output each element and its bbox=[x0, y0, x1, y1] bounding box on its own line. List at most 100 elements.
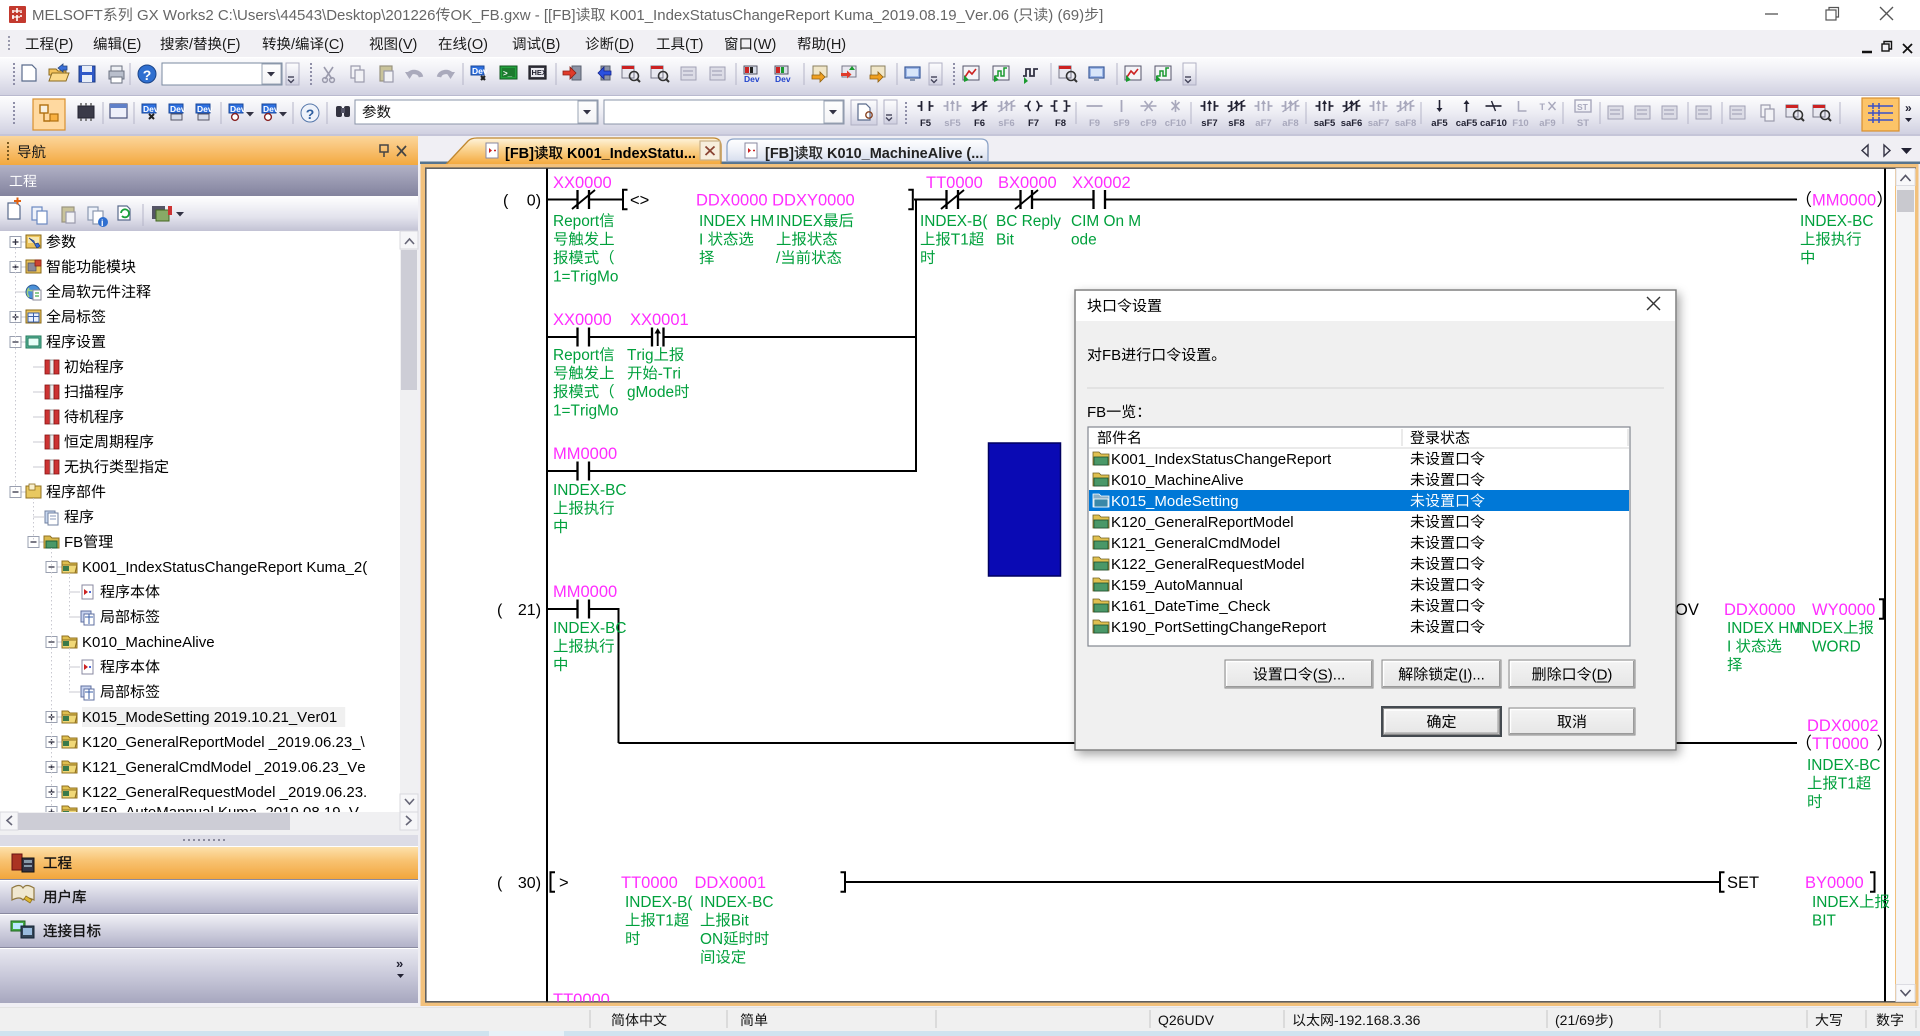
svg-text:TT0000: TT0000 bbox=[926, 174, 983, 192]
svg-text:[FB]: [FB] bbox=[505, 146, 534, 162]
svg-text:K001_IndexStatusChangeReport K: K001_IndexStatusChangeReport Kuma_2( bbox=[82, 559, 367, 576]
svg-text:saF8: saF8 bbox=[1395, 118, 1417, 129]
svg-text:Q26UDV: Q26UDV bbox=[1158, 1012, 1215, 1028]
svg-text:<>: <> bbox=[630, 192, 649, 210]
svg-text:(H): (H) bbox=[826, 37, 846, 53]
svg-text:TT0000: TT0000 bbox=[1812, 735, 1869, 753]
svg-text:INDEX HM: INDEX HM bbox=[699, 213, 774, 230]
svg-text:K010_MachineAlive: K010_MachineAlive bbox=[1111, 472, 1244, 489]
svg-text:XX0000: XX0000 bbox=[553, 311, 612, 329]
svg-text:(21/69: (21/69 bbox=[1555, 1012, 1595, 1028]
svg-text:saF5: saF5 bbox=[1314, 118, 1336, 129]
svg-text:(B): (B) bbox=[541, 37, 560, 53]
svg-text:DDX0000: DDX0000 bbox=[1724, 601, 1796, 619]
svg-text:Dev: Dev bbox=[472, 66, 488, 76]
svg-text:ST: ST bbox=[1577, 102, 1589, 112]
svg-text:XX0000: XX0000 bbox=[553, 174, 612, 192]
svg-text:aF9: aF9 bbox=[1539, 118, 1555, 129]
svg-text:[FB]: [FB] bbox=[765, 146, 794, 162]
svg-text:BIT: BIT bbox=[1812, 913, 1837, 930]
svg-text:Dev: Dev bbox=[775, 74, 791, 84]
svg-text:Bit: Bit bbox=[731, 913, 750, 930]
svg-text:sF5: sF5 bbox=[944, 118, 961, 129]
svg-text:TT0000: TT0000 bbox=[621, 874, 678, 892]
svg-text:K190_PortSettingChangeReport: K190_PortSettingChangeReport bbox=[1111, 619, 1327, 636]
svg-text:cF10: cF10 bbox=[1165, 118, 1187, 129]
svg-text:(S)...: (S)... bbox=[1313, 667, 1346, 684]
svg-text:1=TrigMo: 1=TrigMo bbox=[553, 269, 618, 286]
svg-text:K010_MachineAlive (...: K010_MachineAlive (... bbox=[827, 146, 983, 162]
svg-text:HEX: HEX bbox=[532, 68, 547, 77]
svg-text:K122_GeneralRequestModel: K122_GeneralRequestModel bbox=[1111, 556, 1304, 573]
svg-text:cF9: cF9 bbox=[1140, 118, 1156, 129]
svg-text:BX0000: BX0000 bbox=[998, 174, 1057, 192]
svg-text:F5: F5 bbox=[920, 118, 932, 129]
svg-text:DDX0002: DDX0002 bbox=[1807, 717, 1879, 735]
svg-text:Dev: Dev bbox=[263, 104, 279, 114]
svg-text:ON: ON bbox=[700, 931, 723, 948]
svg-text:WORD: WORD bbox=[1812, 639, 1861, 656]
svg-text:K120_GeneralReportModel: K120_GeneralReportModel bbox=[1111, 514, 1294, 531]
svg-text:aF7: aF7 bbox=[1255, 118, 1271, 129]
svg-text:F9: F9 bbox=[1089, 118, 1100, 129]
svg-text:INDEX-BC: INDEX-BC bbox=[1807, 757, 1881, 774]
svg-text:F7: F7 bbox=[1028, 118, 1039, 129]
svg-text:I: I bbox=[1727, 639, 1731, 656]
svg-text:BY0000: BY0000 bbox=[1805, 874, 1864, 892]
svg-text:): ) bbox=[1609, 1012, 1614, 1028]
svg-text:Report: Report bbox=[553, 347, 600, 364]
svg-text:OK_FB.gxw - [[FB]: OK_FB.gxw - [[FB] bbox=[451, 7, 576, 24]
svg-text:(W): (W) bbox=[753, 37, 776, 53]
svg-text:Report: Report bbox=[553, 213, 600, 230]
svg-text:(F): (F) bbox=[222, 37, 241, 53]
svg-text:Dev: Dev bbox=[170, 104, 186, 114]
svg-text:K159_AutoMannual: K159_AutoMannual bbox=[1111, 577, 1243, 594]
svg-text:caF10: caF10 bbox=[1480, 118, 1507, 129]
svg-text:K161_DateTime_Check: K161_DateTime_Check bbox=[1111, 598, 1271, 615]
svg-text:K001_IndexStatusChangeReport K: K001_IndexStatusChangeReport Kuma_2019.0… bbox=[610, 7, 1019, 24]
svg-text:?: ? bbox=[143, 67, 152, 83]
svg-text:XX0001: XX0001 bbox=[630, 311, 689, 329]
svg-text:-192.168.3.36: -192.168.3.36 bbox=[1334, 1012, 1421, 1028]
svg-text:MELSOFT: MELSOFT bbox=[32, 7, 103, 24]
svg-text:(V): (V) bbox=[398, 37, 417, 53]
svg-text:Bit: Bit bbox=[996, 232, 1015, 249]
svg-text:>: > bbox=[559, 874, 569, 892]
svg-text:(: ( bbox=[497, 602, 503, 619]
svg-text:CIM On M: CIM On M bbox=[1071, 213, 1141, 230]
svg-text:INDEX-B(: INDEX-B( bbox=[625, 894, 693, 911]
svg-text:T: T bbox=[1540, 102, 1546, 112]
svg-text:GX Works2 C:\Users\44543\Deskt: GX Works2 C:\Users\44543\Desktop\201226 bbox=[137, 7, 435, 24]
svg-text:Dev: Dev bbox=[143, 104, 159, 114]
svg-text:(O): (O) bbox=[467, 37, 488, 53]
svg-text:BC Reply: BC Reply bbox=[996, 213, 1061, 230]
svg-text:(: ( bbox=[503, 193, 509, 210]
svg-text:K120_GeneralReportModel _2019.: K120_GeneralReportModel _2019.06.23_\ bbox=[82, 734, 366, 751]
svg-text:K010_MachineAlive: K010_MachineAlive bbox=[82, 634, 215, 651]
svg-text:MM0000: MM0000 bbox=[1812, 192, 1876, 210]
svg-text:i: i bbox=[101, 218, 104, 228]
svg-text:T1: T1 bbox=[1838, 776, 1856, 793]
svg-text:]: ] bbox=[1099, 7, 1103, 24]
svg-text:INDEX: INDEX bbox=[1796, 620, 1843, 637]
svg-text:(: ( bbox=[497, 875, 503, 892]
svg-text:SET: SET bbox=[1727, 874, 1759, 892]
svg-text:gMode: gMode bbox=[627, 384, 674, 401]
svg-text:INDEX-BC: INDEX-BC bbox=[700, 894, 774, 911]
svg-text:F10: F10 bbox=[1512, 118, 1528, 129]
svg-text:OV: OV bbox=[1675, 601, 1699, 619]
svg-text:K121_GeneralCmdModel _2019.06.: K121_GeneralCmdModel _2019.06.23_Ve bbox=[82, 759, 366, 776]
svg-text:Dev: Dev bbox=[230, 104, 246, 114]
svg-text:(E): (E) bbox=[122, 37, 141, 53]
svg-text:K001_IndexStatusChangeReport: K001_IndexStatusChangeReport bbox=[1111, 451, 1332, 468]
svg-text:FB: FB bbox=[64, 534, 83, 551]
svg-text:(P): (P) bbox=[54, 37, 73, 53]
svg-text:MM0000: MM0000 bbox=[553, 445, 617, 463]
svg-text:INDEX-B(: INDEX-B( bbox=[920, 213, 988, 230]
svg-text:I: I bbox=[699, 232, 703, 249]
svg-text:WY0000: WY0000 bbox=[1812, 601, 1875, 619]
svg-text:F8: F8 bbox=[1055, 118, 1066, 129]
svg-text:0): 0) bbox=[527, 193, 541, 210]
svg-text:F6: F6 bbox=[974, 118, 985, 129]
svg-text:INDEX-BC: INDEX-BC bbox=[1800, 213, 1874, 230]
